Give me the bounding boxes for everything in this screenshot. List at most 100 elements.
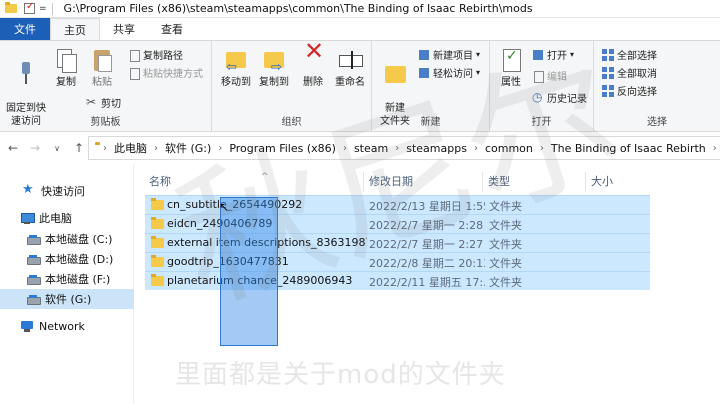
edit-icon bbox=[532, 70, 544, 83]
invert-selection-button[interactable]: 反向选择 bbox=[602, 83, 657, 98]
back-arrow-icon[interactable]: ← bbox=[4, 141, 22, 155]
paste-label: 粘贴 bbox=[92, 77, 112, 88]
nav-network-label: Network bbox=[39, 319, 85, 333]
column-divider[interactable] bbox=[585, 172, 586, 192]
watermark-caption: 里面都是关于mod的文件夹 bbox=[175, 360, 506, 390]
folder-icon bbox=[151, 274, 164, 286]
breadcrumb-chevron-icon[interactable]: › bbox=[103, 143, 107, 154]
new-item-button[interactable]: 新建项目 ▾ bbox=[418, 47, 480, 62]
file-type: 文件夹 bbox=[489, 257, 522, 270]
breadcrumb-chevron-icon[interactable]: › bbox=[395, 143, 399, 154]
breadcrumb-chevron-icon[interactable]: › bbox=[218, 143, 222, 154]
nav-drive-d-label: 本地磁盘 (D:) bbox=[45, 253, 114, 266]
recent-chevron-icon[interactable]: ∨ bbox=[48, 144, 66, 153]
copy-to-button[interactable]: 复制到 bbox=[256, 47, 292, 89]
nav-this-pc[interactable]: 此电脑 bbox=[0, 208, 134, 228]
copy-button[interactable]: 复制 bbox=[50, 47, 82, 89]
move-to-button[interactable]: 移动到 bbox=[218, 47, 254, 89]
history-label: 历史记录 bbox=[547, 94, 587, 105]
breadcrumb-steamapps[interactable]: steamapps bbox=[406, 142, 467, 155]
forward-arrow-icon[interactable]: → bbox=[26, 141, 44, 155]
quick-access-dropdown-icon[interactable]: = bbox=[39, 4, 47, 14]
select-all-button[interactable]: 全部选择 bbox=[602, 47, 657, 62]
properties-button[interactable]: 属性 bbox=[494, 47, 528, 89]
title-bar: = G:\Program Files (x86)\steam\steamapps… bbox=[0, 0, 720, 18]
paste-shortcut-button[interactable]: 粘贴快捷方式 bbox=[128, 65, 203, 80]
breadcrumb-chevron-icon[interactable]: › bbox=[154, 143, 158, 154]
column-divider[interactable] bbox=[482, 172, 483, 192]
easy-access-button[interactable]: 轻松访问 ▾ bbox=[418, 65, 480, 80]
new-group: 新建 文件夹 新建项目 ▾ 轻松访问 ▾ 新建 bbox=[372, 41, 490, 131]
copy-path-button[interactable]: 复制路径 bbox=[128, 47, 183, 62]
new-folder-icon bbox=[382, 60, 408, 86]
column-header-modified[interactable]: 修改日期 bbox=[369, 172, 413, 190]
nav-drive-d[interactable]: 本地磁盘 (D:) bbox=[0, 249, 134, 269]
history-icon bbox=[532, 90, 544, 104]
file-type: 文件夹 bbox=[489, 200, 522, 213]
breadcrumb-steam[interactable]: steam bbox=[354, 142, 388, 155]
copy-to-icon bbox=[261, 47, 287, 74]
paste-shortcut-label: 粘贴快捷方式 bbox=[143, 69, 203, 80]
nav-network[interactable]: Network bbox=[0, 316, 134, 336]
properties-check-icon[interactable] bbox=[24, 1, 35, 14]
nav-drive-g-label: 软件 (G:) bbox=[45, 293, 92, 306]
paste-icon bbox=[89, 47, 115, 73]
nav-quick-access[interactable]: 快速访问 bbox=[0, 181, 134, 201]
breadcrumb-this-pc[interactable]: 此电脑 bbox=[114, 140, 147, 156]
breadcrumb-common[interactable]: common bbox=[485, 142, 533, 155]
file-type: 文件夹 bbox=[489, 219, 522, 232]
copy-path-icon bbox=[128, 49, 140, 62]
breadcrumb-program-files[interactable]: Program Files (x86) bbox=[229, 142, 336, 155]
tab-share[interactable]: 共享 bbox=[100, 18, 148, 40]
cut-button[interactable]: 剪切 bbox=[86, 95, 121, 111]
breadcrumb-chevron-icon[interactable]: › bbox=[540, 143, 544, 154]
rename-button[interactable]: 重命名 bbox=[330, 47, 370, 89]
cut-label: 剪切 bbox=[101, 99, 121, 110]
drive-icon bbox=[26, 293, 41, 305]
column-header-size[interactable]: 大小 bbox=[591, 172, 613, 190]
open-label: 打开 bbox=[547, 51, 567, 62]
breadcrumb-isaac[interactable]: The Binding of Isaac Rebirth bbox=[551, 142, 706, 155]
file-modified: 2022/2/11 星期五 17:... bbox=[369, 276, 485, 289]
edit-button[interactable]: 编辑 bbox=[532, 68, 567, 83]
navigation-pane: 快速访问 此电脑 本地磁盘 (C:) 本地磁盘 (D:) 本地磁盘 (F:) 软… bbox=[0, 164, 134, 404]
up-arrow-icon[interactable]: ↑ bbox=[70, 141, 88, 155]
nav-this-pc-label: 此电脑 bbox=[39, 212, 72, 225]
edit-label: 编辑 bbox=[547, 72, 567, 83]
breadcrumb-chevron-icon[interactable]: › bbox=[713, 143, 717, 154]
column-header-type[interactable]: 类型 bbox=[488, 172, 510, 190]
file-modified: 2022/2/7 星期一 2:27 bbox=[369, 238, 484, 251]
tab-file[interactable]: 文件 bbox=[0, 18, 50, 40]
easy-access-icon bbox=[418, 67, 430, 79]
history-button[interactable]: 历史记录 bbox=[532, 90, 587, 106]
ribbon-tabs: 文件 主页 共享 查看 bbox=[0, 18, 720, 40]
address-bar[interactable]: › 此电脑 › 软件 (G:) › Program Files (x86) › … bbox=[88, 136, 720, 160]
paste-shortcut-icon bbox=[128, 67, 140, 80]
breadcrumb-drive-g[interactable]: 软件 (G:) bbox=[165, 140, 211, 156]
open-group: 属性 打开 ▾ 编辑 历史记录 打开 bbox=[490, 41, 594, 131]
breadcrumb-chevron-icon[interactable]: › bbox=[343, 143, 347, 154]
select-all-icon bbox=[602, 48, 614, 61]
drive-icon bbox=[26, 273, 41, 285]
folder-icon bbox=[151, 217, 164, 229]
breadcrumb-chevron-icon[interactable]: › bbox=[474, 143, 478, 154]
new-group-label: 新建 bbox=[420, 117, 441, 128]
delete-button[interactable]: 删除 bbox=[298, 45, 328, 89]
open-button[interactable]: 打开 ▾ bbox=[532, 47, 574, 62]
column-header-name[interactable]: 名称 ^ bbox=[149, 172, 364, 190]
column-divider[interactable] bbox=[363, 172, 364, 192]
folder-icon bbox=[151, 236, 164, 248]
select-none-button[interactable]: 全部取消 bbox=[602, 65, 657, 80]
clipboard-group-label: 剪贴板 bbox=[90, 117, 121, 128]
nav-drive-g[interactable]: 软件 (G:) bbox=[0, 289, 134, 309]
file-type: 文件夹 bbox=[489, 238, 522, 251]
file-type: 文件夹 bbox=[489, 276, 522, 289]
nav-drive-c[interactable]: 本地磁盘 (C:) bbox=[0, 229, 134, 249]
nav-drive-f[interactable]: 本地磁盘 (F:) bbox=[0, 269, 134, 289]
tab-home[interactable]: 主页 bbox=[50, 18, 100, 40]
paste-button[interactable]: 粘贴 bbox=[86, 47, 118, 89]
tab-view[interactable]: 查看 bbox=[148, 18, 196, 40]
properties-icon bbox=[498, 47, 524, 73]
drive-icon bbox=[26, 253, 41, 265]
delete-icon bbox=[300, 45, 326, 73]
